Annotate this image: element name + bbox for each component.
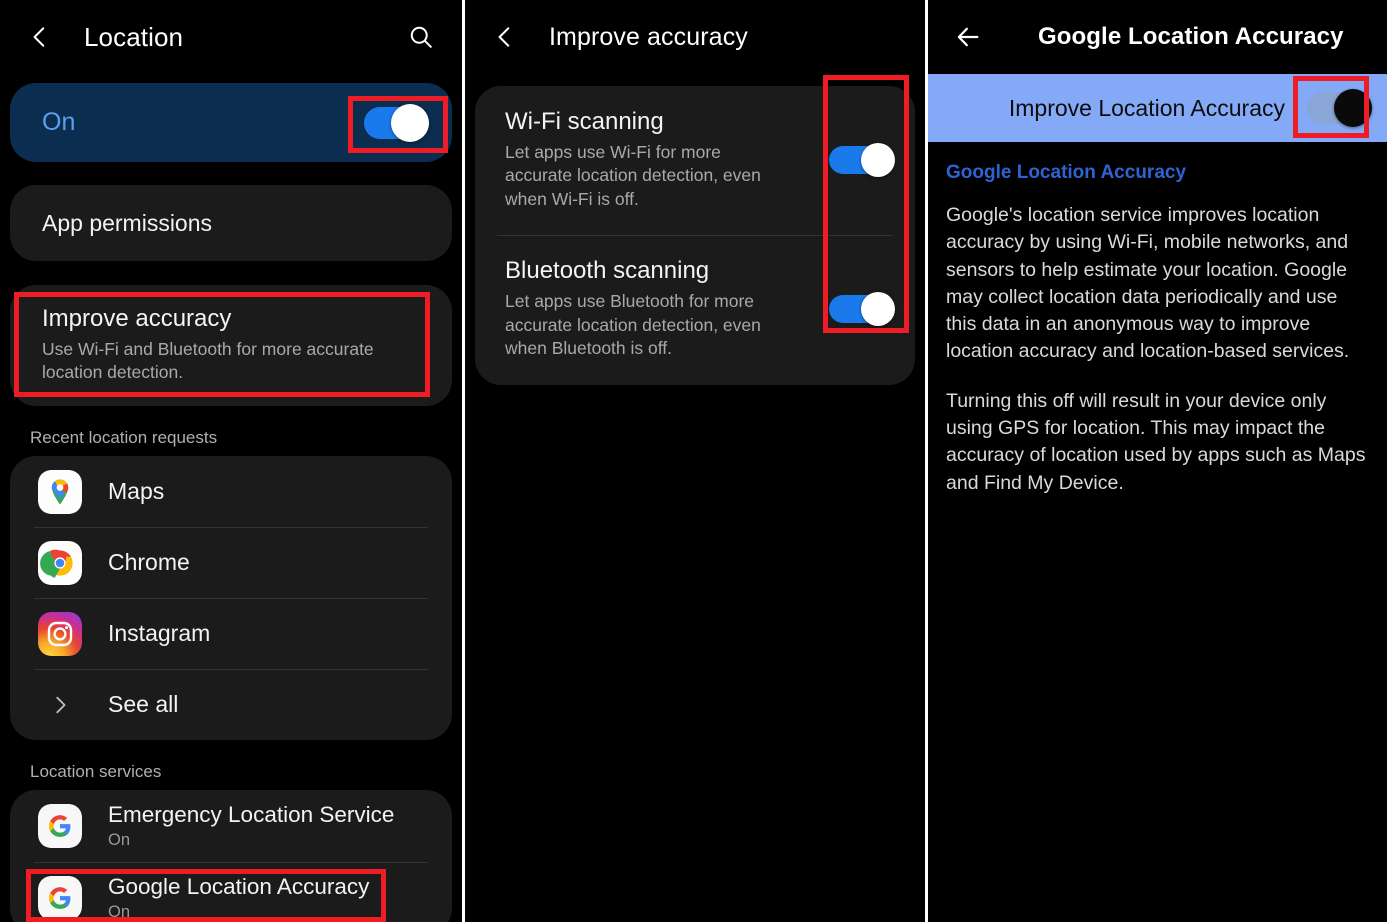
see-all-label: See all: [108, 691, 179, 718]
three-panel-screenshot: Location On App permissions Improve accu…: [0, 0, 1387, 922]
panel-location-settings: Location On App permissions Improve accu…: [0, 0, 462, 922]
improve-accuracy-header: Improve accuracy: [465, 0, 925, 74]
app-name: Chrome: [108, 549, 190, 576]
page-title: Location: [84, 21, 184, 52]
location-master-toggle[interactable]: [364, 103, 429, 142]
toggle-knob: [861, 291, 895, 326]
bluetooth-scanning-subtitle: Let apps use Bluetooth for more accurate…: [505, 291, 761, 359]
arrow-left-icon[interactable]: [940, 9, 996, 65]
wifi-scanning-row[interactable]: Wi-Fi scanning Let apps use Wi-Fi for mo…: [475, 86, 915, 235]
wifi-toggle-wrap: [805, 142, 915, 177]
google-chrome-icon: [38, 540, 82, 585]
sidebar-item-google-location-accuracy[interactable]: Google Location Accuracy On: [10, 862, 452, 922]
scanning-options-card: Wi-Fi scanning Let apps use Wi-Fi for mo…: [475, 86, 915, 385]
chevron-left-icon[interactable]: [12, 9, 68, 65]
panel-google-location-accuracy: Google Location Accuracy Improve Locatio…: [928, 0, 1387, 922]
location-services-label: Location services: [30, 762, 162, 782]
improve-location-accuracy-label: Improve Location Accuracy: [1008, 94, 1285, 121]
location-services-card: Emergency Location Service On Google Loc…: [10, 790, 452, 922]
service-name: Google Location Accuracy: [108, 874, 370, 900]
toggle-knob: [861, 142, 895, 177]
app-name: Instagram: [108, 620, 211, 647]
panel-improve-accuracy: Improve accuracy Wi-Fi scanning Let apps…: [465, 0, 925, 922]
google-g-icon: [38, 876, 82, 921]
improve-location-accuracy-toggle[interactable]: [1307, 89, 1372, 127]
google-maps-icon: [38, 469, 82, 514]
recent-location-requests-label: Recent location requests: [30, 428, 218, 448]
recent-apps-card: Maps Chrome Instagram See all: [10, 456, 452, 741]
description-paragraph-2: Turning this off will result in your dev…: [946, 389, 1366, 494]
bluetooth-scanning-text: Bluetooth scanning Let apps use Bluetoot…: [505, 257, 805, 360]
service-status: On: [108, 831, 131, 850]
app-permissions-row[interactable]: App permissions: [10, 185, 452, 261]
bluetooth-toggle-wrap: [805, 291, 915, 326]
location-header: Location: [0, 0, 462, 74]
service-text: Google Location Accuracy On: [108, 874, 369, 922]
app-name: Maps: [108, 478, 165, 505]
app-permissions-label: App permissions: [42, 209, 213, 236]
google-location-accuracy-header: Google Location Accuracy: [928, 0, 1387, 74]
toggle-knob: [391, 103, 429, 142]
list-item[interactable]: Maps: [10, 456, 452, 527]
improve-accuracy-subtitle: Use Wi-Fi and Bluetooth for more accurat…: [42, 339, 374, 383]
toggle-knob: [1334, 89, 1372, 127]
page-title: Improve accuracy: [549, 22, 748, 51]
instagram-icon: [38, 611, 82, 656]
wifi-scanning-toggle[interactable]: [829, 142, 895, 177]
page-title: Google Location Accuracy: [1038, 23, 1344, 50]
improve-location-accuracy-banner[interactable]: Improve Location Accuracy: [928, 74, 1387, 142]
wifi-scanning-subtitle: Let apps use Wi-Fi for more accurate loc…: [505, 142, 761, 209]
bluetooth-scanning-title: Bluetooth scanning: [505, 257, 710, 285]
section-heading: Google Location Accuracy: [946, 162, 1187, 183]
sidebar-item-emergency-location-service[interactable]: Emergency Location Service On: [10, 790, 452, 862]
search-icon[interactable]: [404, 20, 438, 54]
improve-accuracy-title: Improve accuracy: [42, 305, 232, 332]
list-item[interactable]: Instagram: [10, 598, 452, 669]
description-paragraph-1: Google's location service improves locat…: [946, 204, 1350, 363]
wifi-scanning-text: Wi-Fi scanning Let apps use Wi-Fi for mo…: [505, 108, 805, 211]
chevron-right-icon: [38, 683, 82, 727]
bluetooth-scanning-row[interactable]: Bluetooth scanning Let apps use Bluetoot…: [475, 235, 915, 384]
bluetooth-scanning-toggle[interactable]: [829, 291, 895, 326]
service-text: Emergency Location Service On: [108, 802, 394, 850]
google-g-icon: [38, 804, 82, 849]
see-all-row[interactable]: See all: [10, 669, 452, 740]
list-item[interactable]: Chrome: [10, 527, 452, 598]
service-name: Emergency Location Service: [108, 802, 395, 828]
location-state-label: On: [42, 108, 76, 136]
wifi-scanning-title: Wi-Fi scanning: [505, 108, 664, 135]
service-status: On: [108, 903, 131, 922]
improve-accuracy-row[interactable]: Improve accuracy Use Wi-Fi and Bluetooth…: [10, 285, 452, 407]
chevron-left-icon[interactable]: [477, 9, 533, 65]
description-body: Google's location service improves locat…: [928, 202, 1387, 497]
location-master-toggle-row[interactable]: On: [10, 83, 452, 162]
